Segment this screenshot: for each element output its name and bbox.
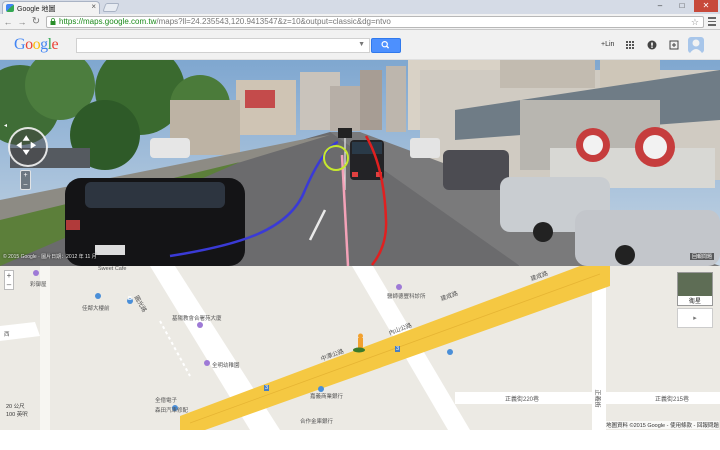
url-host: maps.google.com.tw (83, 17, 157, 26)
compass-arrows-icon (16, 135, 37, 156)
poi-jiyang[interactable]: 基陽教會合署苑大廈 (172, 314, 222, 322)
user-link[interactable]: +Lin (601, 41, 614, 48)
minimize-icon[interactable]: – (650, 0, 670, 12)
map-zoom-control[interactable]: + – (4, 270, 14, 290)
poi-yiren-clinic[interactable]: 醫師德豐科診所 (387, 292, 426, 300)
road-badge-3a: 3 (264, 385, 270, 391)
maximize-icon[interactable]: □ (672, 0, 692, 12)
layer-expand-button[interactable]: ▸ (677, 308, 713, 328)
browser-tab[interactable]: Google 地圖 × (2, 1, 100, 14)
poi-hezuo-bank[interactable]: 合作金庫銀行 (300, 417, 333, 425)
notifications-icon[interactable] (647, 40, 657, 50)
apps-grid-icon[interactable] (625, 40, 635, 50)
street-view-panorama[interactable]: ◂ + – (0, 60, 720, 266)
road-badge-3b: 3 (395, 346, 401, 352)
lock-icon (50, 18, 56, 25)
poi-yixin-bank[interactable]: 嘉義商業銀行 (310, 392, 343, 400)
poi-quanming[interactable]: 全明幼稚園 (212, 361, 240, 369)
poi-sweet-cafe[interactable]: Sweet Cafe (98, 266, 126, 272)
search-dropdown-icon[interactable]: ▼ (358, 41, 365, 48)
street-view-zoom-control[interactable]: + – (20, 170, 31, 190)
share-icon[interactable] (669, 40, 679, 50)
avatar[interactable] (688, 37, 704, 53)
poi-quanyi[interactable]: 全億電子 (155, 396, 177, 404)
google-header: Google ▼ +Lin (0, 30, 720, 60)
browser-toolbar: ← → ↻ https://maps.google.com.tw/maps?ll… (0, 14, 720, 30)
reload-icon[interactable]: ↻ (31, 16, 41, 28)
tab-close-icon[interactable]: × (91, 2, 96, 11)
poi-jiahua[interactable]: 佳鄰大樓前 (82, 304, 110, 312)
map-canvas[interactable]: Sweet Cafe 彩御屋 佳鄰大樓前 圓光路 基陽教會合署苑大廈 全明幼稚園… (0, 266, 720, 430)
satellite-layer-toggle[interactable]: 衛星 (677, 272, 713, 306)
pan-control[interactable] (8, 127, 48, 167)
address-bar[interactable]: https://maps.google.com.tw/maps?ll=24.23… (46, 16, 704, 28)
new-tab-button[interactable] (102, 3, 120, 12)
avatar-silhouette-icon (690, 39, 702, 53)
report-problem-link[interactable]: 回報問題 (690, 253, 715, 260)
bookmark-star-icon[interactable]: ☆ (691, 17, 699, 27)
google-logo[interactable]: Google (14, 36, 59, 54)
road-zhengyi: 正義街 (593, 389, 600, 408)
chrome-menu-icon[interactable] (708, 17, 716, 26)
google-maps-favicon-icon (6, 4, 14, 12)
back-icon[interactable]: ← (3, 16, 13, 28)
url-scheme: https:// (59, 17, 84, 26)
tab-title: Google 地圖 (17, 6, 56, 13)
satellite-label: 衛星 (678, 296, 712, 305)
map-roads (0, 266, 720, 430)
close-window-icon[interactable]: ✕ (694, 0, 718, 12)
scale-imperial: 100 英呎 (6, 412, 28, 418)
road-xi: 西 (4, 332, 10, 338)
page-bottom-area (0, 430, 720, 450)
road-zhengyi-220: 正義街220巷 (505, 397, 540, 403)
search-icon (381, 40, 390, 49)
map-scale: 20 公尺 100 英呎 (6, 402, 28, 418)
url-path: /maps?ll=24.235543,120.9413547&z=10&outp… (156, 17, 391, 26)
street-view-copyright: © 2015 Google · 圖片日期：2012 年 11 月 (3, 254, 97, 260)
scale-metric: 20 公尺 (6, 404, 25, 410)
forward-icon[interactable]: → (17, 16, 27, 28)
street-view-scene (0, 60, 720, 266)
search-input[interactable]: ▼ (76, 38, 370, 53)
poi-senqiao[interactable]: 森田汽車修配 (155, 406, 188, 414)
collapse-arrow-icon[interactable]: ◂ (4, 122, 9, 130)
poi-caipi-wu[interactable]: 彩御屋 (30, 280, 47, 288)
b-marker[interactable]: B (128, 296, 132, 302)
map-footer[interactable]: 地圖資料 ©2015 Google - 使用條款 - 回報問題 (606, 421, 719, 429)
search-button[interactable] (371, 38, 401, 53)
road-zhengyi-215: 正義街215巷 (655, 397, 690, 403)
browser-tab-strip: Google 地圖 × – □ ✕ (0, 0, 720, 14)
